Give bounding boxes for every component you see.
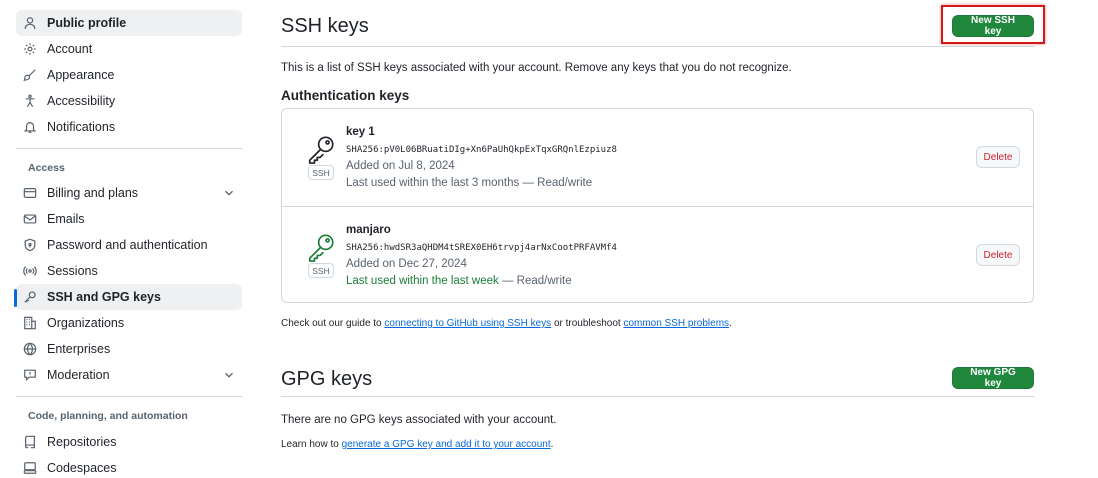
- chevron-down-icon[interactable]: [222, 368, 236, 382]
- sidebar-divider: [16, 148, 242, 149]
- sidebar-item-label: Billing and plans: [47, 186, 139, 200]
- key-fingerprint: SHA256:pV0L06BRuatiDIg+Xn6PaUhQkpExTqxGR…: [346, 145, 617, 155]
- sidebar-item-public-profile[interactable]: Public profile: [16, 10, 242, 36]
- key-icon: [22, 289, 38, 305]
- paintbrush-icon: [22, 67, 38, 83]
- sidebar-heading-access: Access: [28, 162, 65, 174]
- gpg-learn-text: Learn how to generate a GPG key and add …: [281, 439, 553, 450]
- learn-suffix: .: [550, 439, 554, 450]
- settings-sidebar: Public profile Account Appearance Access…: [14, 10, 242, 478]
- learn-prefix: Learn how to: [281, 439, 342, 450]
- key-fingerprint: SHA256:hwdSR3aQHDM4tSREX0EH6trvpj4arNxCo…: [346, 243, 617, 253]
- sidebar-heading-code: Code, planning, and automation: [28, 410, 188, 422]
- access-level: — Read/write: [519, 177, 593, 189]
- ssh-key-list: SSH key 1 SHA256:pV0L06BRuatiDIg+Xn6PaUh…: [281, 108, 1034, 303]
- page-title: SSH keys: [281, 15, 369, 37]
- shield-lock-icon: [22, 237, 38, 253]
- credit-card-icon: [22, 185, 38, 201]
- sidebar-item-moderation[interactable]: Moderation: [16, 362, 242, 388]
- last-used-text: Last used within the last 3 months: [346, 177, 520, 189]
- repo-icon: [22, 434, 38, 450]
- mail-icon: [22, 211, 38, 227]
- key-added-date: Added on Jul 8, 2024: [346, 160, 455, 172]
- sidebar-item-codespaces[interactable]: Codespaces: [16, 455, 242, 478]
- active-indicator: [14, 289, 17, 307]
- gpg-keys-header: GPG keys New GPG key: [281, 350, 1034, 397]
- sidebar-item-label: Password and authentication: [47, 238, 208, 252]
- sidebar-item-accessibility[interactable]: Accessibility: [16, 88, 242, 114]
- list-item: SSH key 1 SHA256:pV0L06BRuatiDIg+Xn6PaUh…: [282, 109, 1033, 206]
- sidebar-item-label: Public profile: [47, 16, 127, 30]
- sidebar-item-label: Codespaces: [47, 461, 117, 475]
- chevron-down-icon[interactable]: [222, 186, 236, 200]
- ssh-badge: SSH: [308, 165, 334, 180]
- key-icon: [308, 136, 334, 164]
- report-icon: [22, 367, 38, 383]
- ssh-guide-link[interactable]: connecting to GitHub using SSH keys: [384, 318, 551, 329]
- guide-suffix: .: [729, 318, 732, 329]
- organization-icon: [22, 315, 38, 331]
- guide-prefix: Check out our guide to: [281, 318, 385, 329]
- key-title: manjaro: [346, 224, 391, 236]
- authentication-keys-heading: Authentication keys: [281, 88, 410, 103]
- sidebar-item-label: Sessions: [47, 264, 98, 278]
- sidebar-item-sessions[interactable]: Sessions: [16, 258, 242, 284]
- ssh-guide-text: Check out our guide to connecting to Git…: [281, 318, 732, 329]
- key-added-date: Added on Dec 27, 2024: [346, 258, 467, 270]
- sidebar-item-label: Moderation: [47, 368, 110, 382]
- sidebar-item-repositories[interactable]: Repositories: [16, 429, 242, 455]
- main-content: SSH keys New SSH key This is a list of S…: [281, 0, 1045, 450]
- new-gpg-key-button[interactable]: New GPG key: [952, 367, 1034, 389]
- sidebar-item-label: Enterprises: [47, 342, 111, 356]
- highlight-box: [941, 5, 1045, 44]
- last-used-text: Last used within the last week: [346, 275, 499, 287]
- sidebar-item-ssh-gpg-keys[interactable]: SSH and GPG keys: [14, 284, 242, 310]
- key-icon: [308, 234, 334, 262]
- sidebar-item-billing[interactable]: Billing and plans: [16, 180, 242, 206]
- delete-key-button[interactable]: Delete: [976, 146, 1020, 168]
- ssh-keys-header: SSH keys New SSH key: [281, 0, 1034, 47]
- sidebar-item-notifications[interactable]: Notifications: [16, 114, 242, 140]
- sidebar-item-emails[interactable]: Emails: [16, 206, 242, 232]
- gpg-guide-link[interactable]: generate a GPG key and add it to your ac…: [342, 439, 551, 450]
- sidebar-item-password[interactable]: Password and authentication: [16, 232, 242, 258]
- gpg-empty-text: There are no GPG keys associated with yo…: [281, 414, 557, 426]
- key-last-used: Last used within the last week — Read/wr…: [346, 275, 572, 287]
- guide-middle: or troubleshoot: [551, 318, 624, 329]
- key-last-used: Last used within the last 3 months — Rea…: [346, 177, 592, 189]
- sidebar-item-enterprises[interactable]: Enterprises: [16, 336, 242, 362]
- sidebar-item-label: SSH and GPG keys: [47, 290, 161, 304]
- list-item: SSH manjaro SHA256:hwdSR3aQHDM4tSREX0EH6…: [282, 206, 1033, 303]
- gear-icon: [22, 41, 38, 57]
- sidebar-item-label: Repositories: [47, 435, 117, 449]
- ssh-description: This is a list of SSH keys associated wi…: [281, 62, 792, 74]
- codespaces-icon: [22, 460, 38, 476]
- accessibility-icon: [22, 93, 38, 109]
- sidebar-item-label: Organizations: [47, 316, 125, 330]
- key-title: key 1: [346, 126, 375, 138]
- bell-icon: [22, 119, 38, 135]
- sidebar-item-organizations[interactable]: Organizations: [16, 310, 242, 336]
- delete-key-button[interactable]: Delete: [976, 244, 1020, 266]
- globe-icon: [22, 341, 38, 357]
- access-level: — Read/write: [498, 275, 572, 287]
- ssh-troubleshoot-link[interactable]: common SSH problems: [623, 318, 729, 329]
- sidebar-item-appearance[interactable]: Appearance: [16, 62, 242, 88]
- person-icon: [22, 15, 38, 31]
- sidebar-item-account[interactable]: Account: [16, 36, 242, 62]
- gpg-title: GPG keys: [281, 368, 373, 390]
- broadcast-icon: [22, 263, 38, 279]
- sidebar-item-label: Appearance: [47, 68, 115, 82]
- sidebar-divider: [16, 396, 242, 397]
- ssh-badge: SSH: [308, 263, 334, 278]
- sidebar-item-label: Emails: [47, 212, 85, 226]
- sidebar-item-label: Account: [47, 42, 93, 56]
- sidebar-item-label: Accessibility: [47, 94, 116, 108]
- sidebar-item-label: Notifications: [47, 120, 116, 134]
